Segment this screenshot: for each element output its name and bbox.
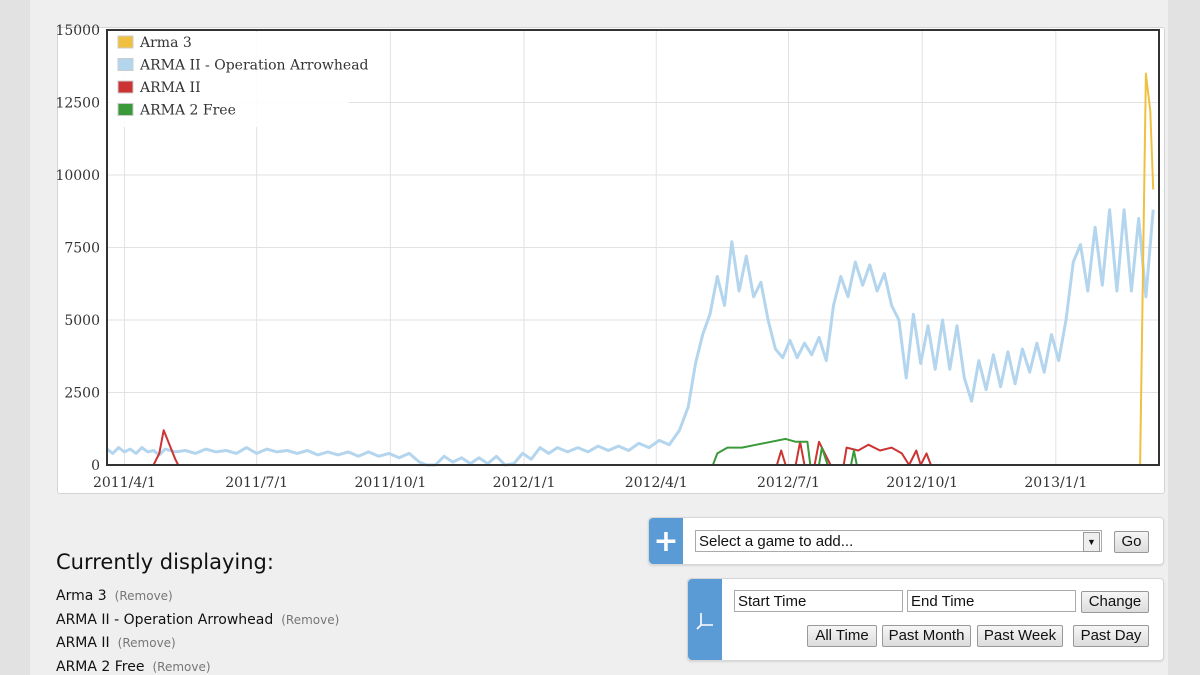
- past-day-button[interactable]: Past Day: [1073, 625, 1149, 647]
- legend-label: ARMA II: [139, 80, 201, 96]
- legend-swatch: [117, 80, 134, 94]
- game-select[interactable]: Select a game to add... ▼: [695, 530, 1102, 552]
- displayed-game-item: ARMA 2 Free (Remove): [56, 659, 211, 675]
- currently-displaying-heading: Currently displaying:: [56, 550, 274, 574]
- past-month-button[interactable]: Past Month: [882, 625, 971, 647]
- remove-link[interactable]: (Remove): [281, 613, 339, 627]
- plus-icon: +: [649, 518, 683, 564]
- y-tick-label: 5000: [64, 313, 100, 329]
- all-time-button[interactable]: All Time: [807, 625, 877, 647]
- legend-swatch: [117, 103, 134, 116]
- y-tick-label: 7500: [64, 241, 100, 257]
- axes-icon: [688, 579, 722, 660]
- player-count-chart: 0 2500 5000 7500 10000 12500 15000 2011/4/1 2011…: [55, 23, 1160, 491]
- x-tick-label: 2012/1/1: [493, 475, 556, 491]
- displayed-game-name: ARMA II: [56, 635, 110, 651]
- x-tick-label: 2011/10/1: [354, 475, 426, 491]
- time-range-panel: Start Time End Time Change All Time Past…: [687, 578, 1164, 661]
- y-tick-label: 12500: [55, 96, 100, 112]
- displayed-game-item: ARMA II (Remove): [56, 635, 176, 651]
- series-line-arma-ii-operation-arrowhead: [106, 208, 1155, 467]
- y-tick-label: 2500: [64, 386, 100, 402]
- legend-swatch: [117, 58, 134, 71]
- end-time-input[interactable]: End Time: [907, 590, 1076, 612]
- go-button[interactable]: Go: [1114, 531, 1149, 553]
- legend-swatch: [117, 35, 134, 49]
- legend-label: ARMA II - Operation Arrowhead: [139, 58, 369, 74]
- x-tick-label: 2011/7/1: [225, 475, 288, 491]
- x-tick-label: 2012/4/1: [625, 475, 688, 491]
- displayed-game-name: ARMA II - Operation Arrowhead: [56, 611, 274, 628]
- x-tick-label: 2013/1/1: [1024, 475, 1087, 491]
- legend-label: Arma 3: [139, 35, 192, 51]
- remove-link[interactable]: (Remove): [118, 636, 176, 650]
- y-tick-label: 15000: [55, 23, 100, 39]
- x-tick-label: 2012/10/1: [886, 475, 958, 491]
- displayed-game-name: ARMA 2 Free: [56, 658, 145, 675]
- change-button[interactable]: Change: [1081, 591, 1149, 613]
- remove-link[interactable]: (Remove): [152, 660, 210, 674]
- x-tick-label: 2011/4/1: [93, 475, 156, 491]
- legend-label: ARMA 2 Free: [139, 103, 236, 119]
- past-week-button[interactable]: Past Week: [977, 625, 1063, 647]
- y-tick-label: 10000: [55, 168, 100, 184]
- series-line-arma-ii: [107, 429, 1154, 466]
- x-tick-label: 2012/7/1: [757, 475, 820, 491]
- start-time-input[interactable]: Start Time: [734, 590, 903, 612]
- series-line-arma-3: [107, 72, 1155, 466]
- displayed-game-name: Arma 3: [56, 588, 107, 604]
- chevron-down-icon[interactable]: ▼: [1083, 532, 1100, 552]
- add-game-panel: + Select a game to add... ▼ Go: [648, 517, 1164, 565]
- game-select-value: Select a game to add...: [699, 533, 854, 550]
- y-tick-label: 0: [91, 458, 100, 474]
- displayed-game-item: ARMA II - Operation Arrowhead (Remove): [56, 612, 339, 628]
- remove-link[interactable]: (Remove): [115, 589, 173, 603]
- displayed-game-item: Arma 3 (Remove): [56, 588, 173, 604]
